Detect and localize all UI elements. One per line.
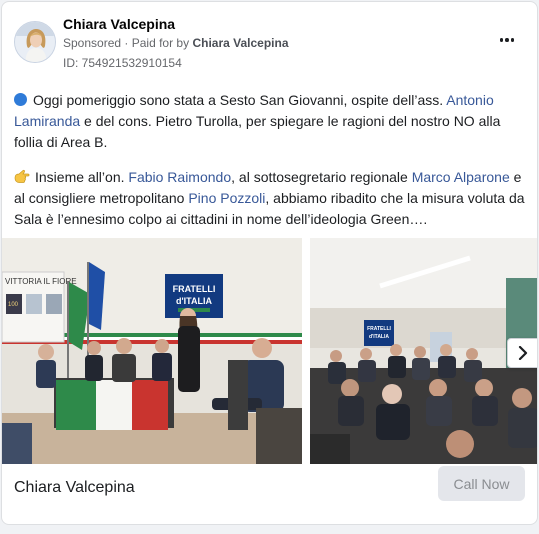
carousel-photo-1[interactable]: VITTORIA IL FIORE 100 FRATELLI d'ITALIA bbox=[2, 238, 302, 464]
more-options-icon bbox=[499, 38, 504, 42]
carousel-next-button[interactable] bbox=[507, 338, 537, 368]
link-fabio-raimondo[interactable]: Fabio Raimondo bbox=[128, 169, 231, 185]
page-name[interactable]: Chiara Valcepina bbox=[63, 16, 175, 32]
separator-dot: · bbox=[124, 36, 132, 50]
paid-for-prefix: Paid for by bbox=[131, 36, 190, 50]
image-carousel[interactable]: VITTORIA IL FIORE 100 FRATELLI d'ITALIA bbox=[2, 238, 537, 464]
ad-id: ID: 754921532910154 bbox=[63, 56, 182, 70]
meeting-photo-1: VITTORIA IL FIORE 100 FRATELLI d'ITALIA bbox=[2, 238, 302, 464]
link-marco-alparone[interactable]: Marco Alparone bbox=[412, 169, 510, 185]
poster-text: 100 bbox=[8, 302, 19, 308]
ad-header: Chiara Valcepina Sponsored · Paid for by… bbox=[2, 2, 537, 82]
paid-for-name[interactable]: Chiara Valcepina bbox=[192, 36, 288, 50]
blue-circle-emoji-icon bbox=[14, 93, 27, 106]
sign2-line-1: FRATELLI bbox=[367, 326, 391, 332]
call-now-button[interactable]: Call Now bbox=[438, 466, 525, 501]
link-pino-pozzoli[interactable]: Pino Pozzoli bbox=[188, 190, 265, 206]
sponsored-label: Sponsored bbox=[63, 36, 122, 50]
sign2-line-2: d'ITALIA bbox=[369, 334, 389, 340]
ad-body-text: Oggi pomeriggio sono stata a Sesto San G… bbox=[14, 90, 530, 244]
paragraph-2: Insieme all’on. Fabio Raimondo, al sotto… bbox=[14, 169, 525, 227]
pointing-hand-emoji-icon bbox=[14, 169, 30, 183]
banner-text: VITTORIA IL FIORE bbox=[5, 277, 77, 286]
carousel-photo-2[interactable]: FRATELLI d'ITALIA bbox=[310, 238, 537, 464]
ad-card: Chiara Valcepina Sponsored · Paid for by… bbox=[1, 1, 538, 525]
ad-footer: Chiara Valcepina Call Now bbox=[2, 464, 537, 512]
sponsored-line: Sponsored · Paid for by Chiara Valcepina bbox=[63, 36, 289, 50]
footer-page-name[interactable]: Chiara Valcepina bbox=[14, 479, 135, 497]
sign-line-1: FRATELLI bbox=[173, 284, 216, 294]
avatar[interactable] bbox=[14, 21, 56, 63]
more-options-button[interactable] bbox=[495, 30, 519, 50]
sign-line-2: d'ITALIA bbox=[176, 296, 212, 306]
chevron-right-icon bbox=[518, 346, 528, 360]
paragraph-1: Oggi pomeriggio sono stata a Sesto San G… bbox=[14, 92, 501, 150]
avatar-image bbox=[15, 22, 55, 62]
meeting-photo-2: FRATELLI d'ITALIA bbox=[310, 238, 537, 464]
